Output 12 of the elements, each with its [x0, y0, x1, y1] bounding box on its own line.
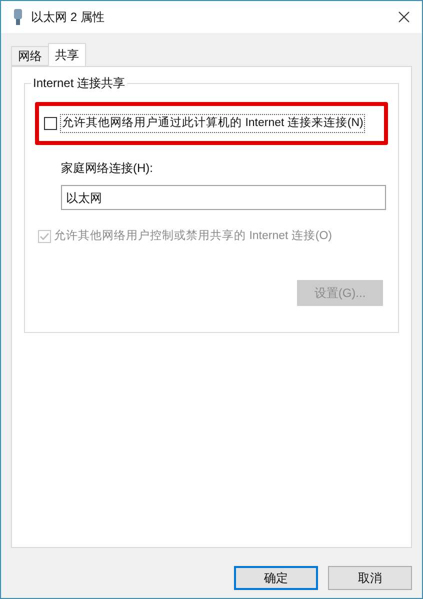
tab[interactable]: 网络: [11, 46, 48, 66]
checkbox-label[interactable]: 允许其他网络用户通过此计算机的 Internet 连接来连接(N): [60, 114, 366, 134]
dialog-button[interactable]: 确定: [234, 566, 318, 590]
dialog-button[interactable]: 取消: [328, 566, 412, 590]
field-label: 家庭网络连接(H):: [61, 160, 154, 178]
close-icon[interactable]: [398, 11, 410, 23]
input-field[interactable]: 以太网: [61, 185, 386, 210]
group-title: Internet 连接共享: [31, 76, 128, 91]
network-adapter-icon: [13, 8, 23, 26]
tab[interactable]: 共享: [48, 43, 86, 67]
window-title: 以太网 2 属性: [31, 9, 104, 26]
checkbox[interactable]: [44, 117, 57, 130]
